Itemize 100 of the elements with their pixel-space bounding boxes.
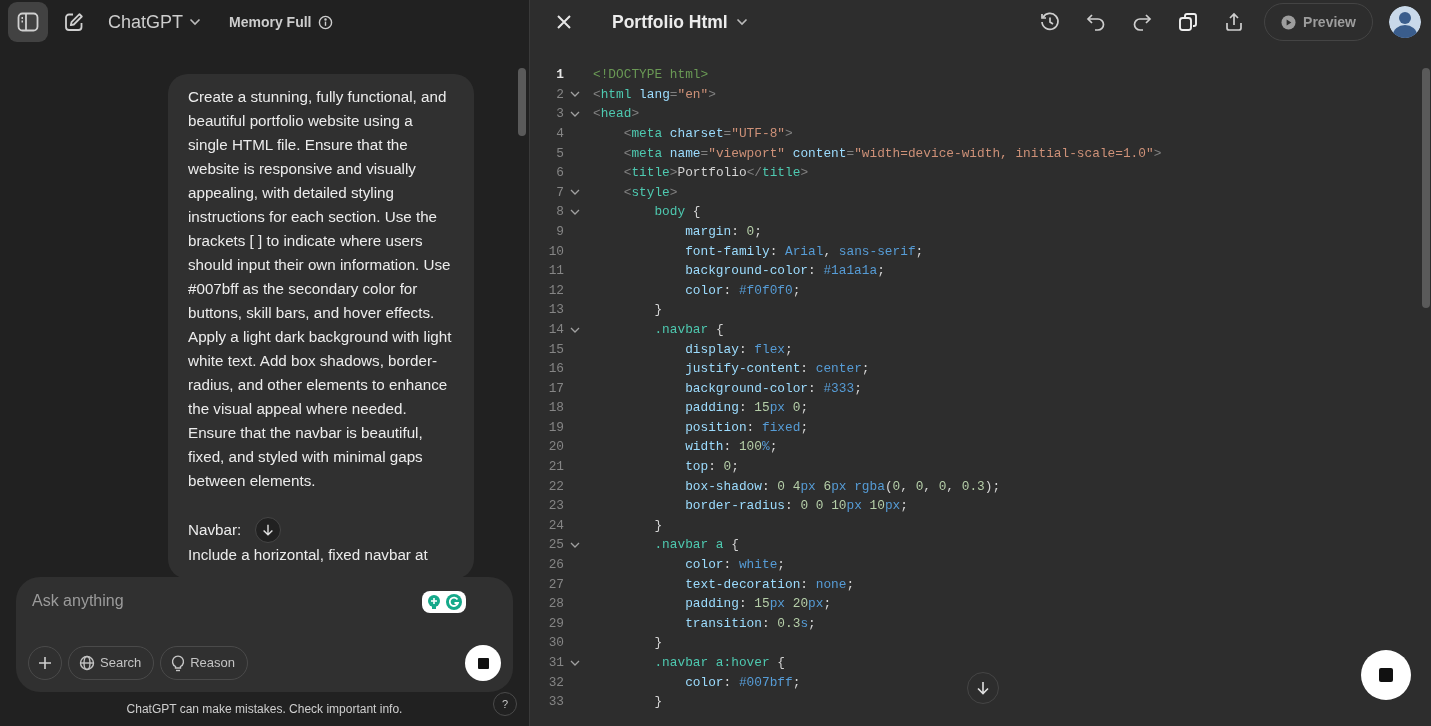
code-line: color: #007bff; (684, 673, 801, 692)
disclaimer-text: ChatGPT can make mistakes. Check important info. (126, 701, 403, 718)
fold-chevron-icon[interactable] (570, 542, 580, 549)
line-number: 32 (547, 673, 564, 692)
message-text: Create a stunning, fully functional, and beautiful portfolio website using a single HTML file. Ensure that the website is responsive and visually appealing, with detailed styling instructions for each section. Use the brackets [ ] to indicate where users should input their own information. Use #007bff as the secondary color for buttons, skill bars, and hover effects. Apply a light dark background with light white text. Add box shadows, border-radius, and other elements to enhance the visual appeal where needed. Ensure that the navbar is beautiful, fixed, and styled with minimal gaps between elements. (188, 87, 453, 491)
stop-button[interactable] (465, 645, 501, 681)
code-line: position: fixed; (684, 418, 809, 437)
copy-icon (1178, 12, 1199, 32)
code-line: .navbar a:hover { (653, 654, 785, 672)
code-line: border-radius: 0 0 10px 10px; (684, 497, 908, 516)
line-number: 4 (555, 125, 564, 143)
lightbulb-icon (171, 654, 186, 672)
play-icon (1281, 14, 1297, 30)
scroll-down-button[interactable] (967, 672, 999, 704)
fold-chevron-icon[interactable] (570, 208, 580, 215)
line-number: 10 (547, 242, 564, 261)
line-number: 30 (547, 634, 564, 653)
line-number: 23 (547, 497, 564, 516)
fold-chevron-icon[interactable] (570, 326, 580, 333)
code-line: .navbar a { (653, 536, 739, 555)
line-number: 26 (547, 556, 564, 575)
code-line: padding: 15px 20px; (684, 595, 832, 614)
scrollbar-thumb[interactable] (1422, 68, 1430, 308)
document-title-dropdown[interactable]: Portfolio Html (604, 6, 756, 38)
code-line: background-color: #1a1a1a; (684, 262, 885, 281)
line-number: 29 (547, 614, 564, 633)
code-line: transition: 0.3s; (684, 614, 816, 633)
fold-chevron-icon[interactable] (570, 659, 580, 666)
line-number: 6 (555, 164, 564, 183)
code-line: <head> (593, 105, 640, 124)
line-number: 12 (547, 281, 564, 300)
message-text: Include a horizontal, fixed navbar at (188, 545, 429, 565)
scroll-down-button[interactable] (255, 517, 282, 543)
code-line: background-color: #333; (684, 379, 862, 398)
line-number: 28 (547, 595, 564, 614)
message-text: Navbar: (188, 520, 242, 540)
line-number: 2 (555, 85, 564, 104)
line-number: 33 (547, 693, 564, 712)
code-line: top: 0; (684, 458, 739, 477)
code-line: } (653, 634, 663, 653)
line-number: 25 (547, 536, 564, 555)
avatar[interactable] (1389, 6, 1421, 38)
code-line: body { (653, 203, 701, 222)
redo-icon (1132, 13, 1153, 31)
code-line: margin: 0; (684, 222, 762, 241)
stop-icon (477, 657, 489, 669)
code-line: display: flex; (684, 340, 793, 359)
line-number: 17 (547, 379, 564, 398)
line-number: 13 (547, 301, 564, 320)
line-number: 11 (547, 262, 564, 281)
code-line: text-decoration: none; (684, 575, 855, 594)
line-number: 16 (547, 360, 564, 379)
fold-chevron-icon[interactable] (570, 189, 580, 196)
history-icon (1039, 11, 1062, 33)
scrollbar-thumb[interactable] (518, 68, 526, 136)
line-number: 20 (547, 438, 564, 457)
code-line: <meta name="viewport" content="width=device-width, initial-scale=1.0"> (622, 144, 1162, 163)
stop-icon (1379, 668, 1393, 682)
line-number: 18 (547, 399, 564, 418)
caret-icon (735, 18, 748, 26)
line-number: 8 (555, 203, 564, 222)
code-line: <style> (622, 183, 678, 202)
fold-chevron-icon[interactable] (570, 111, 580, 117)
fold-chevron-icon[interactable] (570, 91, 580, 98)
line-number: 3 (555, 105, 564, 124)
line-number: 15 (547, 340, 564, 359)
line-number: 21 (547, 458, 564, 477)
code-line: <title>Portfolio</title> (622, 164, 809, 183)
caret-icon (189, 18, 202, 26)
sidebar-icon (17, 12, 39, 32)
line-number: 1 (555, 66, 564, 85)
code-line: <meta charset="UTF-8"> (622, 125, 793, 143)
code-line: } (653, 301, 663, 320)
code-line: } (653, 693, 663, 712)
plus-icon (37, 655, 53, 671)
line-number: 9 (555, 222, 564, 241)
line-number: 7 (555, 183, 564, 202)
close-icon (556, 14, 572, 30)
arrow-down-icon (975, 680, 991, 696)
line-number: 27 (547, 575, 564, 594)
info-icon[interactable] (317, 14, 333, 30)
code-line: <!DOCTYPE html> (593, 66, 709, 85)
pencil-square-icon (64, 12, 84, 32)
code-line: color: #f0f0f0; (684, 281, 801, 300)
prompt-field[interactable]: Ask anything (32, 589, 412, 613)
share-icon (1224, 12, 1245, 32)
stop-button[interactable] (1361, 650, 1411, 700)
code-line: font-family: Arial, sans-serif; (684, 242, 924, 261)
code-line: box-shadow: 0 4px 6px rgba(0, 0, 0, 0.3); (684, 477, 1001, 496)
memory-status: Memory Full (229, 12, 312, 32)
globe-icon (79, 655, 95, 671)
undo-icon (1086, 13, 1107, 31)
model-selector[interactable]: ChatGPT (100, 4, 210, 40)
sidebar-toggle-button[interactable] (8, 2, 48, 42)
code-line: width: 100%; (684, 438, 778, 457)
code-line: color: white; (684, 556, 786, 575)
writing-assistant-icon[interactable] (422, 591, 466, 613)
code-line: justify-content: center; (684, 360, 870, 379)
line-number: 5 (555, 144, 564, 163)
code-line: padding: 15px 0; (684, 399, 809, 418)
